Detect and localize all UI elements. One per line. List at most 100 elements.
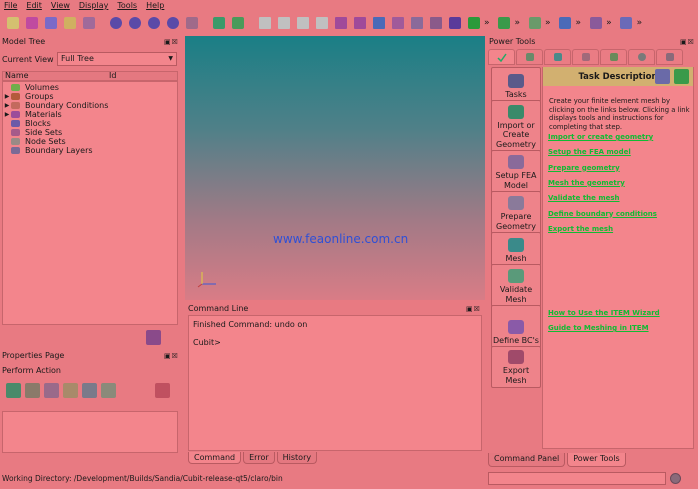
model-tree-close-icon[interactable]: ▣☒ [164,38,179,46]
task-link[interactable]: Prepare geometry [548,164,620,172]
tree-item[interactable]: Side Sets [3,128,177,137]
toolbar-overflow-chevron[interactable]: » [606,18,612,28]
expand-arrow-icon[interactable]: ▶ [3,101,11,110]
mesh-icon[interactable] [496,15,513,32]
action-delete-icon[interactable] [155,383,170,398]
action-surface-icon[interactable] [44,383,59,398]
power-tool-button[interactable]: Export Mesh [491,346,541,388]
back-arrow-icon[interactable] [674,69,689,84]
tab-power-tools[interactable]: Power Tools [567,453,626,467]
menu-help[interactable]: Help [146,0,164,11]
task-link[interactable]: Import or create geometry [548,133,653,141]
rotate-icon[interactable] [446,15,463,32]
wizard-icon[interactable] [655,69,670,84]
menu-display[interactable]: Display [79,0,109,11]
graphics-viewport[interactable] [185,36,485,300]
cube-6-icon[interactable] [351,15,368,32]
command-output[interactable]: Finished Command: undo on Cubit> [188,315,482,451]
command-line-close-icon[interactable]: ▣☒ [466,305,481,313]
script-icon[interactable] [80,15,97,32]
action-mesh-icon[interactable] [6,383,21,398]
tree-item[interactable]: Blocks [3,119,177,128]
help-link[interactable]: How to Use the ITEM Wizard [548,309,660,317]
step-icon[interactable] [126,15,143,32]
task-link[interactable]: Define boundary conditions [548,210,657,218]
settings-wrench-icon[interactable] [183,15,200,32]
undo-icon[interactable] [229,15,246,32]
task-link[interactable]: Export the mesh [548,225,613,233]
geometry-icon[interactable] [210,15,227,32]
tools-icon[interactable] [618,15,635,32]
cube-3-icon[interactable] [294,15,311,32]
cube-9-icon[interactable] [408,15,425,32]
task-link[interactable]: Mesh the geometry [548,179,625,187]
power-tool-button[interactable]: Tasks [491,67,541,102]
menu-edit[interactable]: Edit [26,0,42,11]
cube-1-icon[interactable] [256,15,273,32]
properties-close-icon[interactable]: ▣☒ [164,352,179,360]
power-tool-button[interactable]: Define BC's [491,305,541,348]
zoom-icon[interactable] [465,15,482,32]
action-node-icon[interactable] [63,383,78,398]
tree-item[interactable]: Boundary Layers [3,146,177,155]
measure-icon[interactable] [587,15,604,32]
current-view-select[interactable]: Full Tree ▼ [57,52,177,66]
task-link[interactable]: Validate the mesh [548,194,620,202]
cube-2-icon[interactable] [275,15,292,32]
edit-icon[interactable] [61,15,78,32]
toolbar-overflow-chevron[interactable]: » [484,18,490,28]
power-tool-button[interactable]: Validate Mesh [491,264,541,307]
toolbar-overflow-chevron[interactable]: » [515,18,521,28]
expand-arrow-icon[interactable]: ▶ [3,92,11,101]
tab-command-panel[interactable]: Command Panel [488,453,566,467]
col-name[interactable]: Name [5,72,29,80]
tab-analysis-icon[interactable] [600,49,627,65]
pause-icon[interactable] [164,15,181,32]
tab-history[interactable]: History [276,452,318,464]
tree-item[interactable]: ▶ Materials [3,110,177,119]
cube-7-icon[interactable] [370,15,387,32]
menu-tools[interactable]: Tools [117,0,137,11]
cube-10-icon[interactable] [427,15,444,32]
toolbar-overflow-chevron[interactable]: » [576,18,582,28]
toolbar-overflow-chevron[interactable]: » [545,18,551,28]
tab-tools-icon[interactable] [656,49,683,65]
play-all-icon[interactable] [145,15,162,32]
power-tool-button[interactable]: Mesh [491,232,541,266]
power-tool-button[interactable]: Import or Create Geometry [491,100,541,152]
cube-5-icon[interactable] [332,15,349,32]
action-layers-icon[interactable] [101,383,116,398]
power-tools-close-icon[interactable]: ▣☒ [680,38,695,46]
new-file-icon[interactable] [4,15,21,32]
status-input[interactable] [488,472,666,485]
toolbar-overflow-chevron[interactable]: » [637,18,643,28]
power-tool-button[interactable]: Prepare Geometry [491,191,541,234]
cube-8-icon[interactable] [389,15,406,32]
tab-command[interactable]: Command [188,452,242,464]
menu-view[interactable]: View [51,0,70,11]
tab-geometry-icon[interactable] [516,49,543,65]
action-block-icon[interactable] [25,383,40,398]
cube-4-icon[interactable] [313,15,330,32]
tree-item[interactable]: ▶ Boundary Conditions [3,101,177,110]
save-icon[interactable] [42,15,59,32]
task-link[interactable]: Setup the FEA model [548,148,631,156]
tab-mesh-icon[interactable] [544,49,571,65]
tab-check-icon[interactable] [488,49,515,65]
pick-icon[interactable] [557,15,574,32]
power-tool-button[interactable]: Setup FEA Model [491,150,541,193]
help-link[interactable]: Guide to Meshing in ITEM [548,324,649,332]
play-icon[interactable] [107,15,124,32]
tab-search-icon[interactable] [628,49,655,65]
status-indicator-icon[interactable] [670,473,681,484]
tree-item[interactable]: Volumes [3,83,177,92]
col-id[interactable]: Id [109,72,116,80]
action-table-icon[interactable] [82,383,97,398]
tree-item[interactable]: ▶ Groups [3,92,177,101]
axis-icon[interactable] [526,15,543,32]
expand-arrow-icon[interactable]: ▶ [3,110,11,119]
menu-file[interactable]: File [4,0,17,11]
tree-filter-icon[interactable] [146,330,161,345]
tab-error[interactable]: Error [243,452,275,464]
open-icon[interactable] [23,15,40,32]
